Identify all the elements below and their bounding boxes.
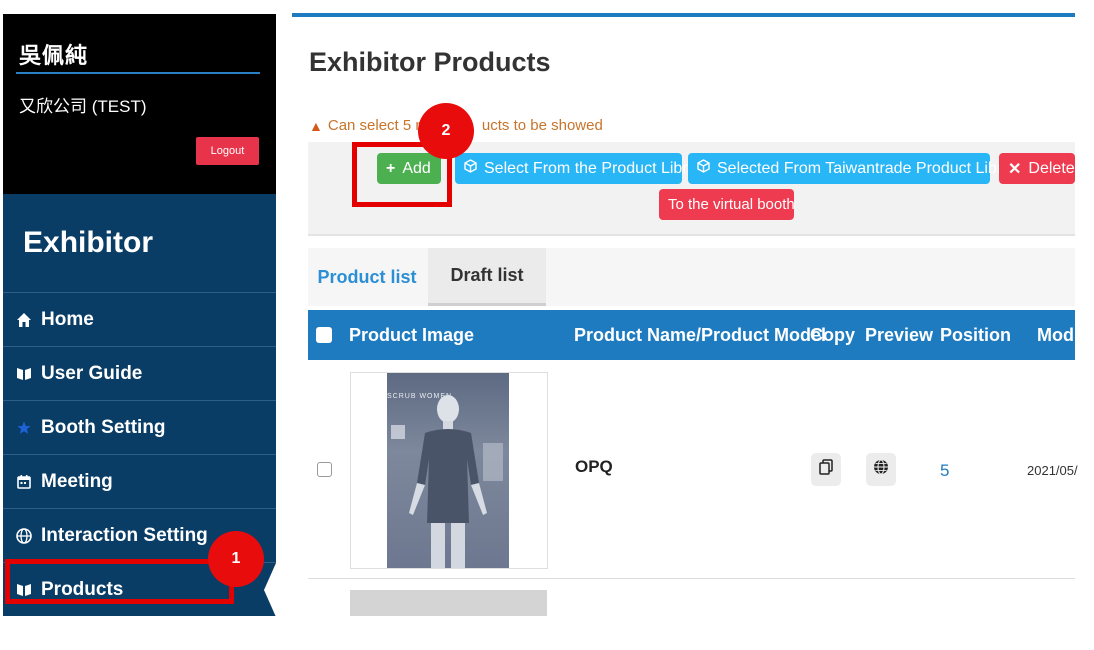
section-title: Exhibitor: [23, 226, 154, 259]
select-taiwantrade-library-button[interactable]: Selected From Taiwantrade Product Librar…: [688, 153, 1024, 184]
step-badge-2: 2: [418, 103, 474, 159]
select-all-checkbox[interactable]: [316, 327, 332, 343]
virtual-booth-button[interactable]: To the virtual booth: [659, 189, 795, 220]
logout-button[interactable]: Logout: [196, 137, 259, 165]
copy-icon: [819, 459, 833, 480]
sidebar-item-label: Home: [41, 308, 94, 330]
book-icon: [15, 365, 33, 383]
cube-icon: [464, 159, 477, 178]
sidebar-item-home[interactable]: Home: [3, 292, 276, 346]
list-tabs: Product list Draft list: [308, 248, 1075, 306]
user-panel: 吳佩純 又欣公司 (TEST) Logout: [3, 14, 276, 194]
user-name: 吳佩純: [19, 43, 89, 68]
column-header-image: Product Image: [349, 324, 475, 345]
sidebar-item-meeting[interactable]: Meeting: [3, 454, 276, 508]
close-icon: ✕: [1008, 160, 1022, 178]
cube-icon: [697, 159, 710, 178]
copy-button[interactable]: [811, 453, 841, 486]
section-header: Exhibitor: [3, 194, 276, 292]
table-row: SCRUB WOMEN OPQ 5 2021/05/: [308, 361, 1078, 579]
modified-date: 2021/05/: [1027, 463, 1078, 478]
column-header-preview: Preview: [865, 324, 934, 345]
globe-icon: [873, 459, 889, 480]
page-title: Exhibitor Products: [309, 47, 551, 77]
divider: [16, 72, 260, 74]
tab-product-list[interactable]: Product list: [308, 248, 426, 306]
sidebar-item-booth-setting[interactable]: Booth Setting: [3, 400, 276, 454]
column-header-modified: Modif: [1037, 324, 1085, 345]
row-checkbox[interactable]: [317, 462, 332, 477]
step-badge-1: 1: [208, 531, 264, 587]
preview-button[interactable]: [866, 453, 896, 486]
highlight-box-products: [5, 559, 234, 604]
star-icon: [15, 419, 33, 437]
calendar-icon: [15, 473, 33, 491]
sidebar-item-label: User Guide: [41, 362, 143, 384]
notice-text-end: ucts to be showed: [481, 117, 603, 134]
tab-draft-list[interactable]: Draft list: [428, 248, 546, 306]
product-image[interactable]: SCRUB WOMEN: [350, 372, 548, 569]
globe-icon: [15, 527, 33, 545]
column-header-name: Product Name/Product Model: [574, 324, 827, 345]
sidebar-item-user-guide[interactable]: User Guide: [3, 346, 276, 400]
sidebar-item-label: Interaction Setting: [41, 524, 208, 546]
delete-button[interactable]: ✕ Delete: [999, 153, 1075, 184]
select-product-library-button[interactable]: Select From the Product Library: [455, 153, 710, 184]
notice-text-start: Can select 5 m: [327, 117, 428, 134]
table-header: Product Image Product Name/Product Model…: [308, 310, 1085, 360]
product-position[interactable]: 5: [940, 461, 949, 481]
column-header-position: Position: [940, 324, 1011, 345]
home-icon: [15, 311, 33, 329]
sidebar: 吳佩純 又欣公司 (TEST) Logout Exhibitor Home Us…: [3, 14, 276, 616]
top-accent-bar: [292, 13, 1075, 17]
column-header-copy: Copy: [810, 324, 855, 345]
sidebar-item-label: Booth Setting: [41, 416, 166, 438]
company-name: 又欣公司 (TEST): [19, 97, 147, 116]
mannequin-photo: [391, 395, 503, 568]
product-image[interactable]: [350, 590, 547, 616]
warning-icon: ▲: [309, 117, 323, 134]
sidebar-item-label: Meeting: [41, 470, 113, 492]
product-name: OPQ: [575, 457, 613, 476]
